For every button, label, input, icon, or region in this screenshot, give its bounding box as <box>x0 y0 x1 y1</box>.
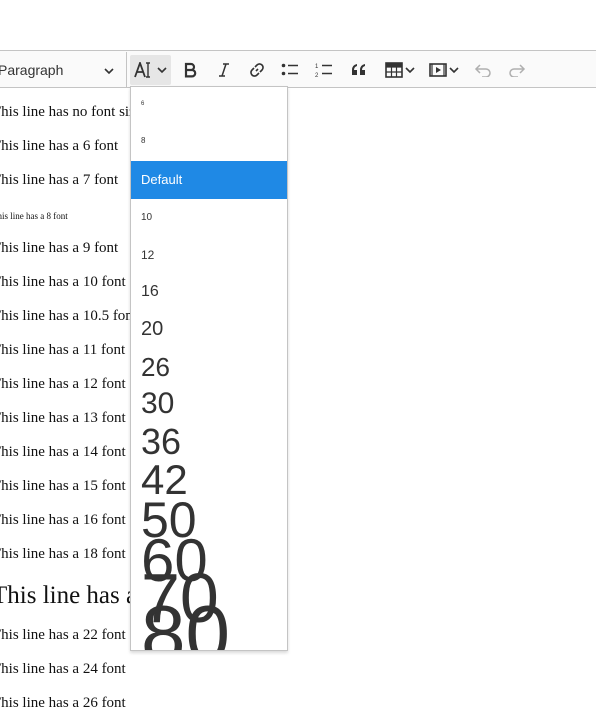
content-line: This line has a 26 font <box>0 695 126 711</box>
content-line: This line has no font size <box>0 104 143 120</box>
content-line: This line has a 18 font <box>0 546 126 562</box>
redo-button[interactable] <box>504 55 530 85</box>
content-line: This line has a 11 font <box>0 342 126 358</box>
toolbar-separator <box>126 52 127 88</box>
content-line: This line has a 7 font <box>0 172 119 188</box>
font-size-option-8[interactable]: 8 <box>131 137 287 145</box>
chevron-down-icon <box>157 66 167 74</box>
content-line: This line has a 6 font <box>0 138 119 154</box>
font-size-option-30[interactable]: 30 <box>131 389 287 419</box>
link-icon <box>248 61 266 79</box>
font-size-option-36[interactable]: 36 <box>131 424 287 460</box>
svg-text:2: 2 <box>315 73 319 78</box>
font-size-option-10[interactable]: 10 <box>131 213 287 223</box>
italic-icon <box>216 62 232 78</box>
undo-icon <box>474 63 492 77</box>
content-line: This line has a 14 font <box>0 444 126 460</box>
redo-icon <box>508 63 526 77</box>
content-line: This line has a 10 font <box>0 274 126 290</box>
font-size-option-16[interactable]: 16 <box>131 284 287 300</box>
numbered-list-button[interactable]: 1 2 <box>311 55 337 85</box>
chevron-down-icon <box>405 66 415 74</box>
block-quote-button[interactable] <box>346 55 372 85</box>
italic-button[interactable] <box>211 55 237 85</box>
content-line: This line has a 12 font <box>0 376 126 392</box>
insert-table-button[interactable] <box>381 55 419 85</box>
bulleted-list-icon <box>281 62 299 78</box>
font-size-option-6[interactable]: 6 <box>131 101 287 107</box>
link-button[interactable] <box>244 55 270 85</box>
content-line: This line has a 22 font <box>0 627 126 643</box>
font-size-icon <box>134 62 156 78</box>
editor-toolbar: Paragraph 1 2 <box>0 50 596 88</box>
undo-button[interactable] <box>470 55 496 85</box>
content-line: This line has a 24 font <box>0 661 126 677</box>
content-line: This line has a 9 font <box>0 240 119 256</box>
chevron-down-icon <box>449 66 459 74</box>
bulleted-list-button[interactable] <box>277 55 303 85</box>
font-size-option-26[interactable]: 26 <box>131 354 287 380</box>
heading-dropdown[interactable]: Paragraph <box>0 51 124 89</box>
numbered-list-icon: 1 2 <box>315 62 333 78</box>
content-line: This line has a 10.5 font <box>0 308 137 324</box>
content-line: This line has a 8 font <box>0 211 68 221</box>
bold-icon <box>182 62 198 78</box>
insert-media-button[interactable] <box>425 55 463 85</box>
font-size-option-80[interactable]: 80 <box>131 594 287 651</box>
heading-dropdown-label: Paragraph <box>0 62 64 78</box>
bold-button[interactable] <box>177 55 203 85</box>
table-icon <box>385 62 403 78</box>
font-size-option-20[interactable]: 20 <box>131 319 287 339</box>
content-line: This line has a 15 font <box>0 478 126 494</box>
media-icon <box>429 62 447 78</box>
font-size-dropdown: 6 8 Default 10 12 16 20 26 30 36 42 50 6… <box>130 86 288 651</box>
content-line: This line has a 16 font <box>0 512 126 528</box>
font-size-button[interactable] <box>130 55 171 85</box>
content-line: This line has a 13 font <box>0 410 126 426</box>
font-size-option-12[interactable]: 12 <box>131 249 287 261</box>
chevron-down-icon <box>104 62 114 78</box>
font-size-option-default[interactable]: Default <box>131 161 287 199</box>
svg-text:1: 1 <box>315 64 319 70</box>
quote-icon <box>351 63 367 77</box>
